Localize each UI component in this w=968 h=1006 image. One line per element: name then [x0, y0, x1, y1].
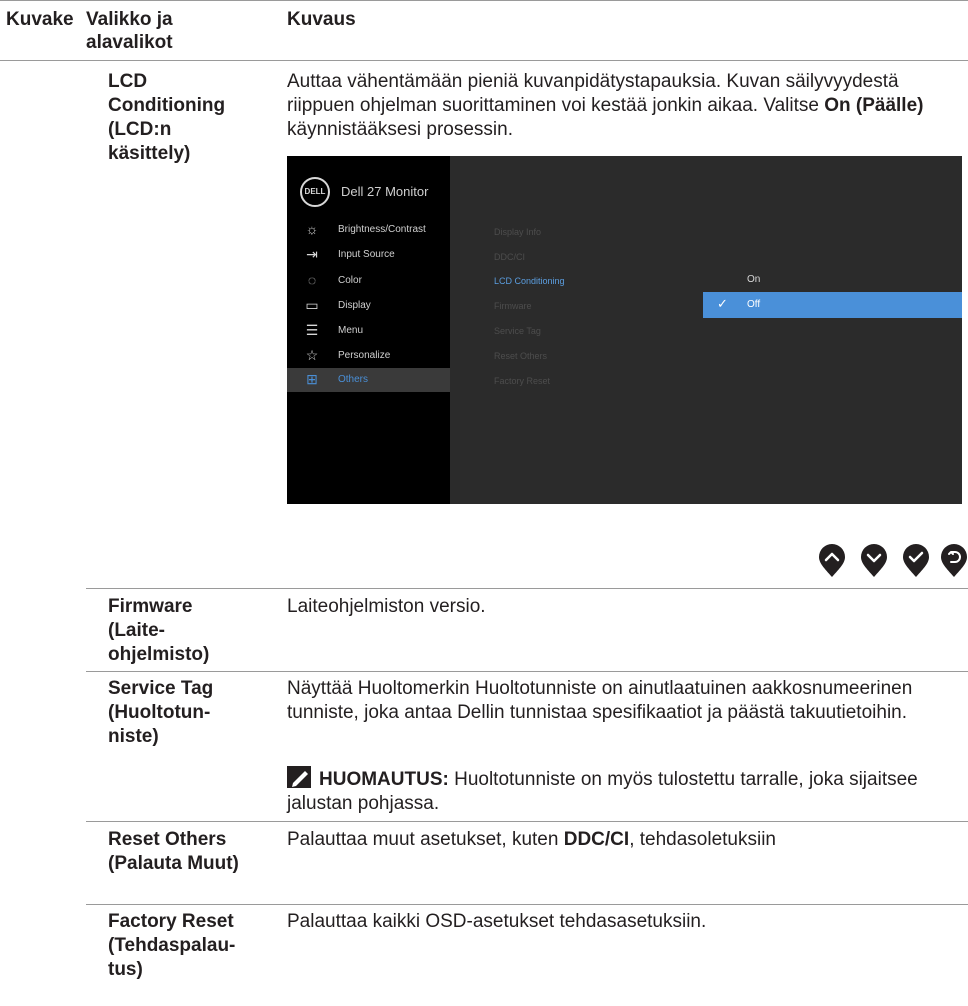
note-pencil-icon	[287, 766, 311, 788]
osd-menu-color[interactable]: ◌ Color	[287, 269, 450, 293]
row-rule	[86, 671, 968, 672]
firmware-desc: Laiteohjelmiston versio.	[287, 596, 486, 617]
osd-menu-personalize[interactable]: ☆ Personalize	[287, 344, 450, 368]
top-rule	[0, 0, 968, 1]
factory-reset-name: Factory Reset (Tehdaspalau-tus)	[108, 911, 236, 980]
header-rule	[0, 60, 968, 61]
row-rule	[86, 821, 968, 822]
osd-sub-reset-others[interactable]: Reset Others	[494, 351, 547, 361]
osd-sub-firmware[interactable]: Firmware	[494, 301, 532, 311]
osd-menu-others[interactable]: ⊞ Others	[287, 368, 450, 392]
header-icon: Kuvake	[6, 9, 74, 30]
reset-others-name: Reset Others (Palauta Muut)	[108, 829, 239, 874]
osd-sub-ddc-ci[interactable]: DDC/CI	[494, 252, 525, 262]
osd-screenshot: DELL Dell 27 Monitor ☼ Brightness/Contras…	[287, 156, 962, 504]
osd-menu-display[interactable]: ▭ Display	[287, 294, 450, 318]
osd-menu-input-source[interactable]: ⇥ Input Source	[287, 243, 450, 267]
dell-logo: DELL	[300, 177, 330, 207]
service-tag-desc: Näyttää Huoltomerkin Huoltotunniste on a…	[287, 678, 913, 723]
input-source-icon: ⇥	[306, 246, 318, 262]
lcd-conditioning-name: LCD Conditioning (LCD:n käsittely)	[108, 71, 226, 164]
star-icon: ☆	[305, 347, 319, 363]
osd-title: Dell 27 Monitor	[341, 184, 429, 199]
osd-sub-lcd-conditioning[interactable]: LCD Conditioning	[494, 276, 565, 286]
factory-reset-desc: Palauttaa kaikki OSD-asetukset tehdasase…	[287, 911, 707, 932]
osd-sub-service-tag[interactable]: Service Tag	[494, 326, 541, 336]
osd-sub-display-info[interactable]: Display Info	[494, 227, 541, 237]
service-tag-name: Service Tag (Huoltotun-niste)	[108, 678, 214, 747]
checkmark-icon: ✓	[717, 296, 728, 311]
reset-others-desc: Palauttaa muut asetukset, kuten DDC/CI, …	[287, 829, 777, 850]
back-icon[interactable]	[940, 544, 968, 578]
header-description: Kuvaus	[287, 9, 356, 30]
brightness-icon: ☼	[305, 221, 319, 237]
row-rule	[86, 588, 968, 589]
down-icon[interactable]	[860, 544, 888, 578]
osd-menu-brightness[interactable]: ☼ Brightness/Contrast	[287, 218, 450, 242]
display-icon: ▭	[305, 297, 319, 313]
up-icon[interactable]	[818, 544, 846, 578]
header-menu: Valikko ja alavalikot	[86, 9, 173, 53]
osd-menu-menu[interactable]: ☰ Menu	[287, 319, 450, 343]
menu-icon: ☰	[305, 322, 319, 338]
check-icon[interactable]	[902, 544, 930, 578]
osd-sub-factory-reset[interactable]: Factory Reset	[494, 376, 550, 386]
osd-main-panel: DELL Dell 27 Monitor ☼ Brightness/Contras…	[287, 156, 450, 504]
firmware-name: Firmware (Laite-ohjelmisto)	[108, 596, 210, 665]
color-palette-icon: ◌	[307, 272, 317, 288]
lcd-conditioning-desc: Auttaa vähentämään pieniä kuvanpidätysta…	[287, 71, 924, 140]
row-rule	[86, 904, 968, 905]
service-tag-note: HUOMAUTUS: Huoltotunniste on myös tulost…	[287, 765, 957, 816]
others-icon: ⊞	[306, 371, 318, 387]
osd-option-off[interactable]: ✓ Off	[703, 292, 962, 318]
osd-option-on[interactable]: On	[703, 267, 962, 293]
